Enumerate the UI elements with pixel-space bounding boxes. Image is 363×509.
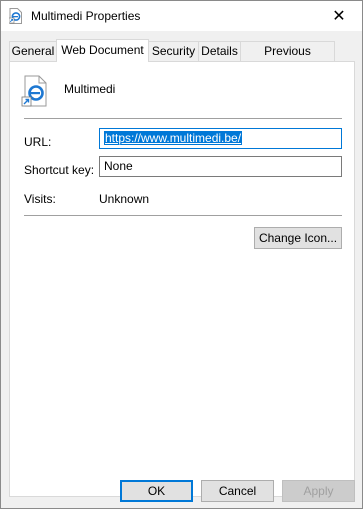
change-icon-button[interactable]: Change Icon... [254,227,342,249]
tab-general[interactable]: General [9,41,57,61]
window-title: Multimedi Properties [31,9,141,23]
shortcut-key-field[interactable]: None [99,156,342,177]
tab-details[interactable]: Details [198,41,241,61]
internet-shortcut-icon [21,75,47,107]
cancel-button[interactable]: Cancel [201,480,274,502]
tab-previous-versions[interactable]: Previous Versions [240,41,335,77]
title-bar[interactable]: Multimedi Properties ✕ [1,1,362,31]
url-value: https://www.multimedi.be/ [104,131,243,145]
ok-button[interactable]: OK [120,480,193,502]
dialog-body: General Web Document Security Details Pr… [1,31,362,508]
url-field[interactable]: https://www.multimedi.be/ [99,128,342,149]
shortcut-key-label: Shortcut key: [24,163,95,177]
file-name: Multimedi [64,82,116,96]
tab-panel-web-document: Multimedi URL: https://www.multimedi.be/… [9,61,355,497]
visits-value: Unknown [99,192,150,206]
separator [24,118,342,119]
url-label: URL: [24,135,52,149]
visits-label: Visits: [24,192,56,206]
separator [24,215,342,216]
close-button[interactable]: ✕ [316,1,362,31]
apply-button[interactable]: Apply [282,480,355,502]
internet-shortcut-icon [9,8,22,24]
properties-window: Multimedi Properties ✕ General Web Docum… [0,0,363,509]
tab-web-document[interactable]: Web Document [56,39,149,62]
tab-security[interactable]: Security [148,41,199,61]
shortcut-key-value: None [104,159,133,173]
close-icon: ✕ [332,8,346,25]
